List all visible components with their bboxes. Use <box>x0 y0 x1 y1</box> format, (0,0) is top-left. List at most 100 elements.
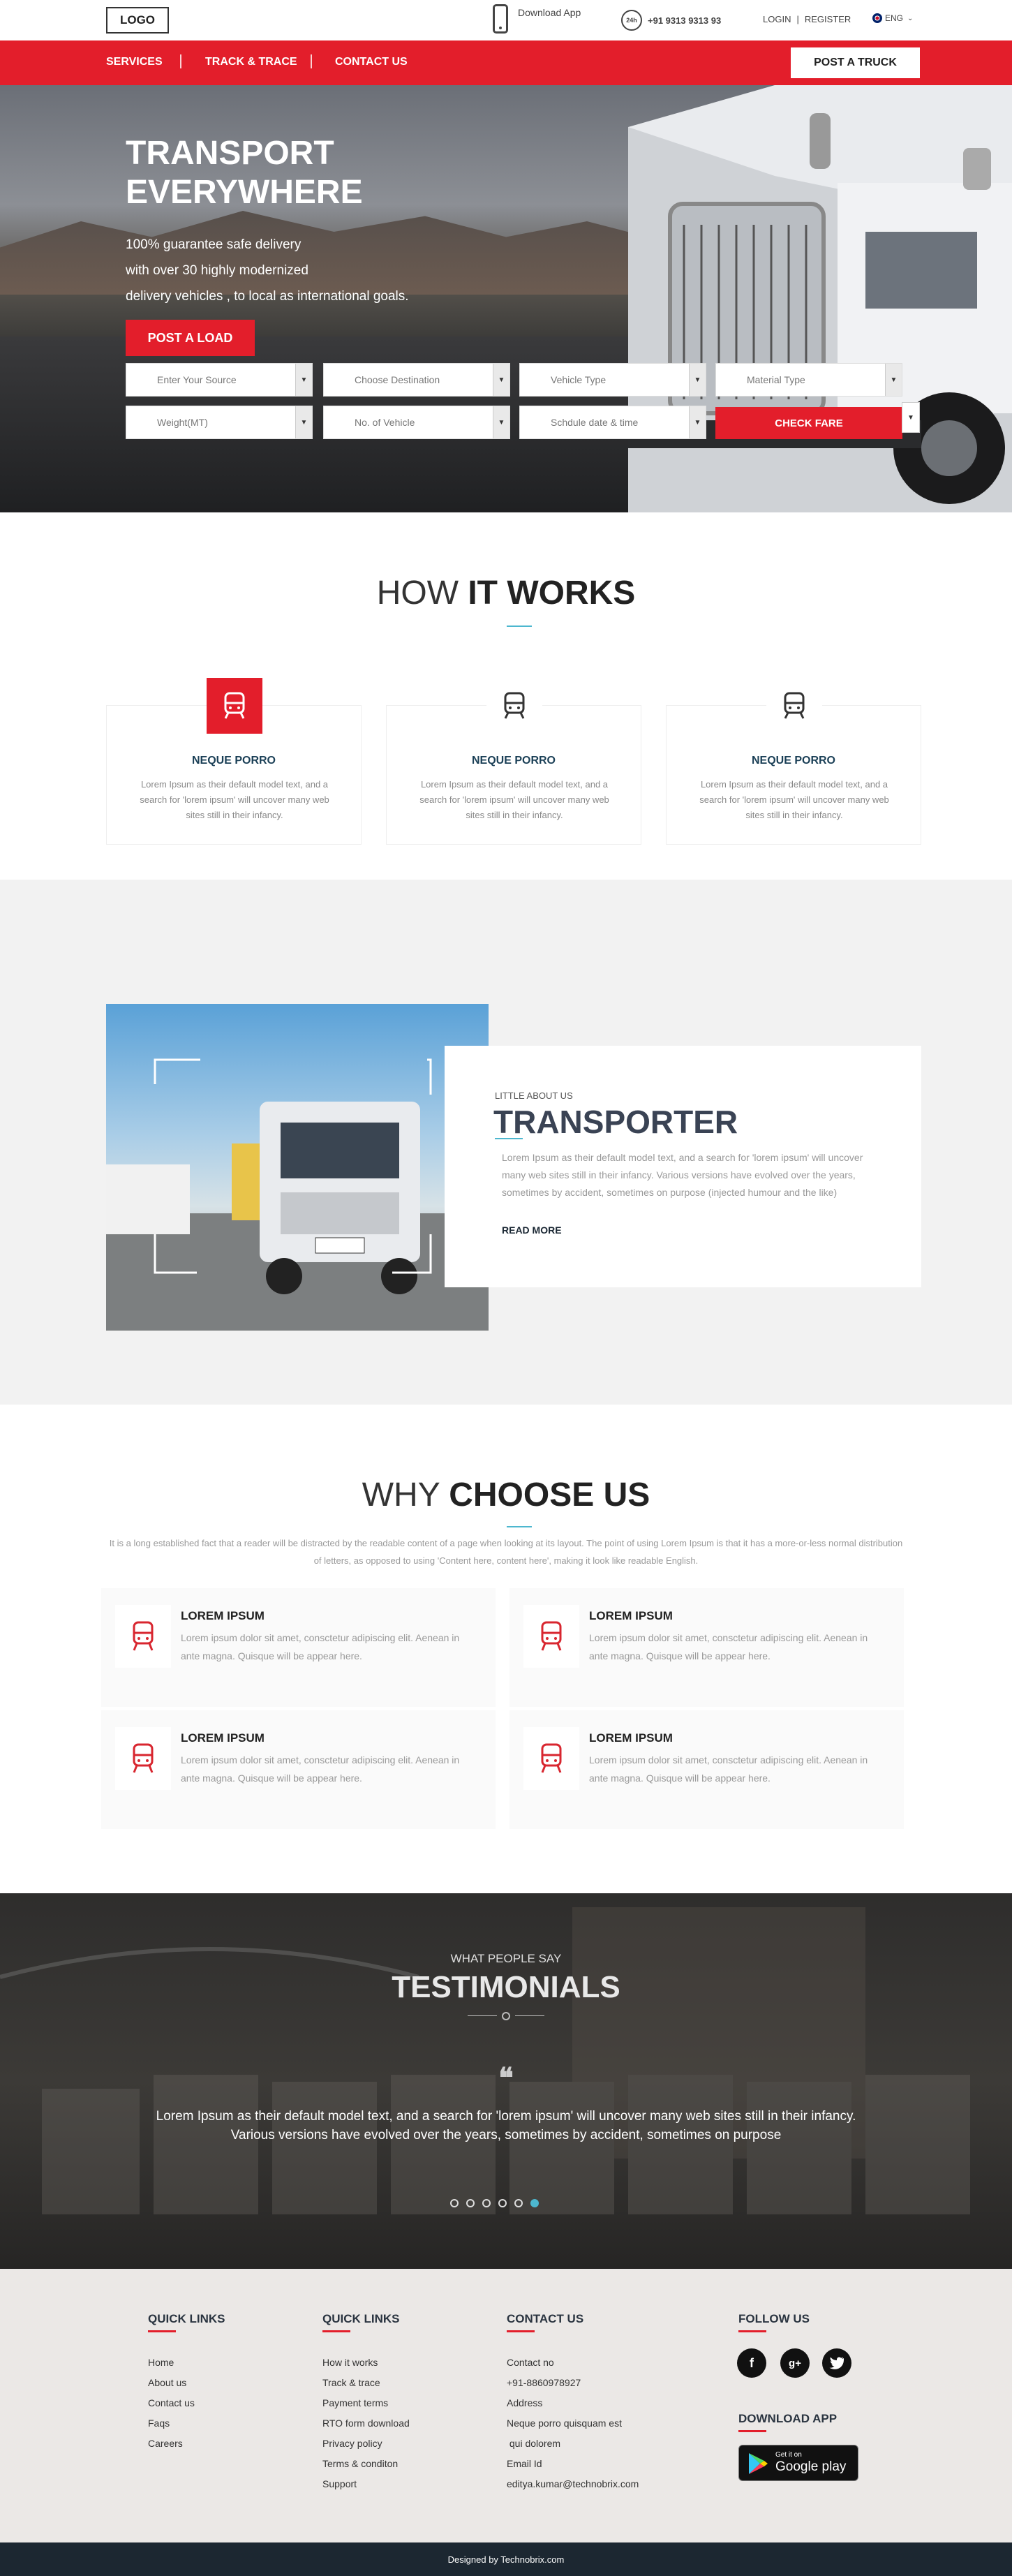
footer-underline <box>322 2330 350 2332</box>
nav-contact-us[interactable]: CONTACT US <box>335 56 408 68</box>
footer-link-track[interactable]: Track & trace <box>322 2377 380 2388</box>
source-select-label: Enter Your Source <box>157 374 237 385</box>
footer-link-payment[interactable]: Payment terms <box>322 2397 388 2408</box>
login-link[interactable]: LOGIN <box>763 14 791 24</box>
why-description: It is a long established fact that a rea… <box>109 1538 903 1566</box>
hero-title: TRANSPORT EVERYWHERE <box>126 134 475 212</box>
carousel-dot[interactable] <box>466 2199 475 2207</box>
material-type-select[interactable]: Material Type ▼ <box>715 363 902 397</box>
why-card-title: LOREM IPSUM <box>589 1731 673 1745</box>
testimonials-divider <box>468 2012 544 2020</box>
carousel-dot[interactable] <box>482 2199 491 2207</box>
google-play-icon <box>749 2453 768 2474</box>
transporter-card: LITTLE ABOUT US TRANSPORTER Lorem Ipsum … <box>445 1046 921 1287</box>
google-play-badge[interactable]: Get it on Google play <box>738 2445 858 2481</box>
destination-select[interactable]: Choose Destination ▼ <box>323 363 510 397</box>
check-fare-button[interactable]: CHECK FARE <box>715 407 902 439</box>
main-nav: SERVICES TRACK & TRACE CONTACT US POST A… <box>0 40 1012 85</box>
weight-select[interactable]: Weight(MT) ▼ <box>126 406 313 439</box>
vehicle-count-select[interactable]: No. of Vehicle ▼ <box>323 406 510 439</box>
contact-no-label: Contact no <box>507 2357 554 2368</box>
contact-email[interactable]: editya.kumar@technobrix.com <box>507 2478 639 2489</box>
transporter-eyebrow: LITTLE ABOUT US <box>495 1090 573 1101</box>
footer-underline <box>148 2330 176 2332</box>
how-card-title: NEQUE PORRO <box>191 755 276 767</box>
vehicle-type-label: Vehicle Type <box>551 374 607 385</box>
read-more-link[interactable]: READ MORE <box>502 1224 562 1236</box>
hero-subtitle-line3: delivery vehicles , to local as internat… <box>126 289 409 304</box>
address-line1: Neque porro quisquam est <box>507 2418 622 2429</box>
carousel-dot-active[interactable] <box>530 2199 539 2207</box>
address-label: Address <box>507 2397 543 2408</box>
why-card: LOREM IPSUM Lorem ipsum dolor sit amet, … <box>509 1588 904 1707</box>
footer-link-how-it-works[interactable]: How it works <box>322 2357 378 2368</box>
carousel-dot[interactable] <box>498 2199 507 2207</box>
facebook-icon[interactable]: f <box>737 2348 766 2378</box>
post-load-button[interactable]: POST A LOAD <box>126 320 255 356</box>
nav-services[interactable]: SERVICES <box>106 56 163 68</box>
train-icon <box>207 678 262 734</box>
footer-link-support[interactable]: Support <box>322 2478 357 2489</box>
footer-quick-links-title: QUICK LINKS <box>322 2312 400 2325</box>
logo[interactable]: LOGO <box>106 7 169 34</box>
badge-small-text: Get it on <box>775 2451 802 2459</box>
testimonials-title: TESTIMONIALS <box>392 1970 620 2004</box>
how-card: NEQUE PORRO Lorem Ipsum as their default… <box>106 678 362 845</box>
why-title-bold: CHOOSE US <box>449 1476 650 1513</box>
transporter-text: Lorem Ipsum as their default model text,… <box>502 1152 863 1198</box>
language-selector[interactable]: ENG ⌄ <box>872 13 913 23</box>
quote-icon: ❝ <box>498 2063 514 2094</box>
download-app-label: Download App <box>518 7 581 18</box>
phone-contact[interactable]: 24h +91 9313 9313 93 <box>621 10 721 31</box>
schedule-select[interactable]: Schdule date & time ▼ <box>519 406 706 439</box>
dropdown-arrow-icon: ▼ <box>295 406 312 438</box>
carousel-dot[interactable] <box>450 2199 459 2207</box>
twitter-icon[interactable] <box>822 2348 851 2378</box>
footer-link-about[interactable]: About us <box>148 2377 186 2388</box>
contact-phone[interactable]: +91-8860978927 <box>507 2377 581 2388</box>
nav-track-trace[interactable]: TRACK & TRACE <box>205 56 297 68</box>
transporter-title: TRANSPORTER <box>493 1104 738 1140</box>
footer-underline <box>738 2330 766 2332</box>
footer-link-contact[interactable]: Contact us <box>148 2397 195 2408</box>
train-icon <box>486 678 542 734</box>
dropdown-arrow-icon: ▼ <box>689 364 706 396</box>
why-card-text: Lorem ipsum dolor sit amet, consctetur a… <box>181 1632 460 1661</box>
post-truck-button[interactable]: POST A TRUCK <box>791 47 920 78</box>
footer: QUICK LINKS Home About us Contact us Faq… <box>0 2269 1012 2542</box>
vehicle-type-select[interactable]: Vehicle Type ▼ <box>519 363 706 397</box>
source-select[interactable]: Enter Your Source ▼ <box>126 363 313 397</box>
why-card: LOREM IPSUM Lorem ipsum dolor sit amet, … <box>101 1710 496 1829</box>
language-label: ENG <box>885 13 904 23</box>
train-icon <box>115 1727 171 1790</box>
why-card-text: Lorem ipsum dolor sit amet, consctetur a… <box>589 1754 868 1784</box>
train-icon <box>523 1727 579 1790</box>
footer-underline <box>738 2430 766 2432</box>
dropdown-arrow-icon: ▼ <box>493 364 509 396</box>
nav-separator <box>180 54 181 68</box>
transporter-underline <box>495 1138 523 1139</box>
footer-link-home[interactable]: Home <box>148 2357 174 2368</box>
footer-link-rto[interactable]: RTO form download <box>322 2418 410 2429</box>
how-card-text: Lorem Ipsum as their default model text,… <box>699 779 889 820</box>
google-plus-icon[interactable]: g+ <box>780 2348 810 2378</box>
why-card-title: LOREM IPSUM <box>589 1609 673 1622</box>
dropdown-arrow-icon: ▼ <box>885 364 902 396</box>
footer-link-privacy[interactable]: Privacy policy <box>322 2438 382 2449</box>
carousel-dot[interactable] <box>514 2199 523 2207</box>
train-icon <box>766 678 822 734</box>
footer-link-careers[interactable]: Careers <box>148 2438 183 2449</box>
footer-link-faqs[interactable]: Faqs <box>148 2418 170 2429</box>
how-card-text: Lorem Ipsum as their default model text,… <box>419 779 609 820</box>
bottom-bar: Designed by Technobrix.com <box>0 2542 1012 2576</box>
hero-subtitle-line1: 100% guarantee safe delivery <box>126 237 302 252</box>
register-link[interactable]: REGISTER <box>805 14 851 24</box>
designer-credit[interactable]: Designed by Technobrix.com <box>448 2554 565 2565</box>
testimonials-section: WHAT PEOPLE SAY TESTIMONIALS ❝ Lorem Ips… <box>0 1893 1012 2269</box>
how-card-title: NEQUE PORRO <box>751 755 835 767</box>
footer-link-terms[interactable]: Terms & conditon <box>322 2458 398 2469</box>
dropdown-arrow-icon: ▼ <box>689 406 706 438</box>
scroll-down-button[interactable]: ▼ <box>902 402 920 433</box>
testimonials-eyebrow: WHAT PEOPLE SAY <box>450 1952 562 1965</box>
download-app-link[interactable]: Download App <box>493 4 581 34</box>
